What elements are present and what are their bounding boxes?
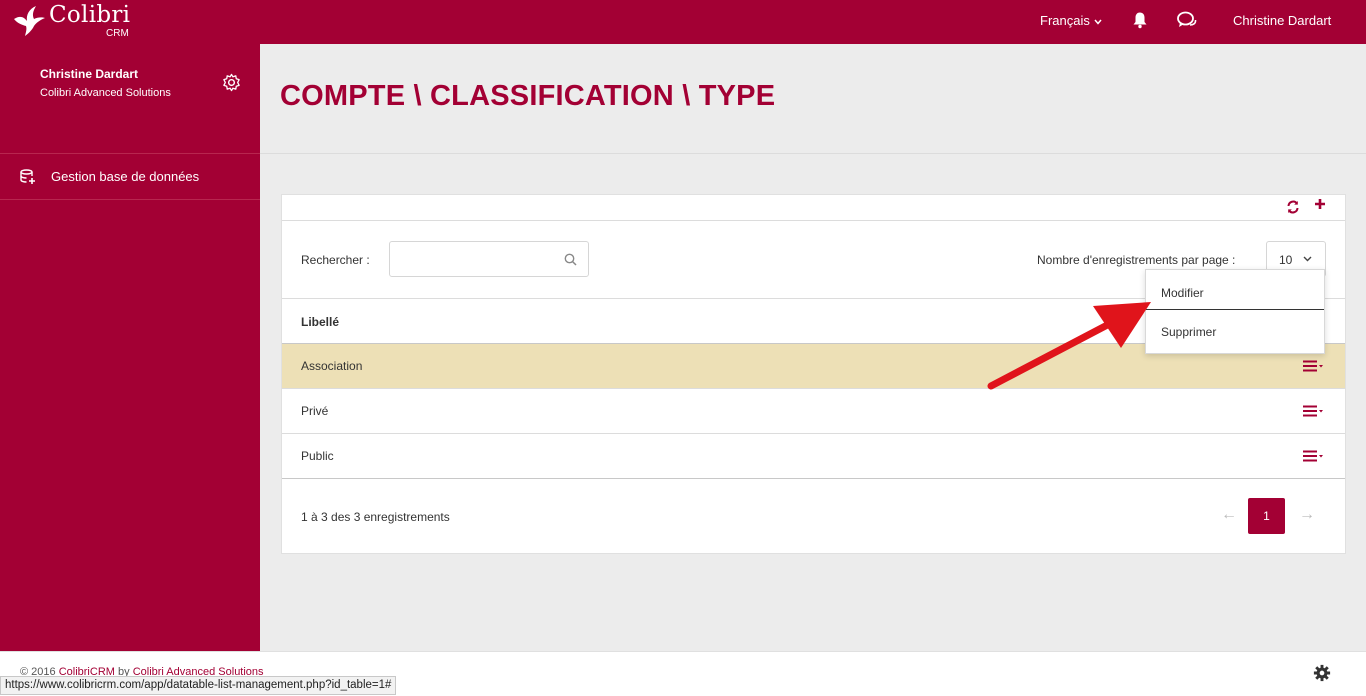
card-toolbar [282,195,1345,221]
search-label: Rechercher : [301,253,370,267]
table-info: 1 à 3 des 3 enregistrements [301,510,450,524]
chat-icon[interactable] [1177,11,1197,32]
page-header: COMPTE \ CLASSIFICATION \ TYPE [260,44,1366,154]
chevron-down-icon [1303,251,1312,265]
hummingbird-icon [14,6,45,36]
row-action-menu: Modifier Supprimer [1145,269,1325,354]
profile-company: Colibri Advanced Solutions [40,87,171,99]
database-add-icon [20,169,36,188]
search-input[interactable] [396,249,556,269]
top-navbar: Colibri CRM Français Christine Dardart [0,0,1366,44]
chevron-down-icon [1094,13,1102,28]
row-menu-icon[interactable] [1302,360,1324,375]
datatable-card: Rechercher : Nombre d'enregistrements pa… [281,194,1346,554]
menu-item-label: Modifier [1161,286,1204,300]
column-header-label[interactable]: Libellé [301,315,339,329]
row-menu-icon[interactable] [1302,450,1324,465]
profile-name: Christine Dardart [40,67,139,81]
search-field[interactable] [389,241,589,277]
sidebar: Christine Dardart Colibri Advanced Solut… [0,44,260,651]
page-title: COMPTE \ CLASSIFICATION \ TYPE [280,80,776,112]
per-page-value: 10 [1279,253,1293,267]
row-menu-icon[interactable] [1302,405,1324,420]
logo-name: Colibri [49,2,131,28]
language-label: Français [1040,13,1090,28]
menu-item-modifier[interactable]: Modifier [1146,270,1324,310]
bell-icon[interactable] [1131,11,1149,32]
pagination-current-page[interactable]: 1 [1248,498,1285,534]
row-label: Association [301,359,363,373]
sidebar-item-label: Gestion base de données [51,169,200,184]
browser-status-url: https://www.colibricrm.com/app/datatable… [0,676,397,695]
settings-gear-icon[interactable] [222,73,241,95]
per-page-label: Nombre d'enregistrements par page : [1037,253,1236,267]
language-dropdown[interactable]: Français [1040,13,1102,28]
sidebar-item-database-management[interactable]: Gestion base de données [0,154,260,200]
menu-item-label: Supprimer [1161,325,1217,339]
annotation-arrow [987,302,1151,390]
search-icon [564,253,577,269]
gear-icon[interactable] [1313,664,1331,685]
table-row[interactable]: Public [282,434,1345,479]
user-menu[interactable]: Christine Dardart [1233,13,1331,28]
sidebar-profile: Christine Dardart Colibri Advanced Solut… [0,44,260,154]
table-row[interactable]: Privé [282,389,1345,434]
pagination-next[interactable]: → [1299,506,1315,524]
pagination-prev[interactable]: ← [1221,506,1237,524]
logo-sub: CRM [106,28,129,39]
add-icon[interactable] [1314,198,1326,213]
menu-item-supprimer[interactable]: Supprimer [1146,313,1324,353]
row-label: Public [301,449,334,463]
colibri-logo[interactable]: Colibri CRM [12,2,142,42]
row-label: Privé [301,404,329,418]
refresh-icon[interactable] [1286,200,1300,217]
